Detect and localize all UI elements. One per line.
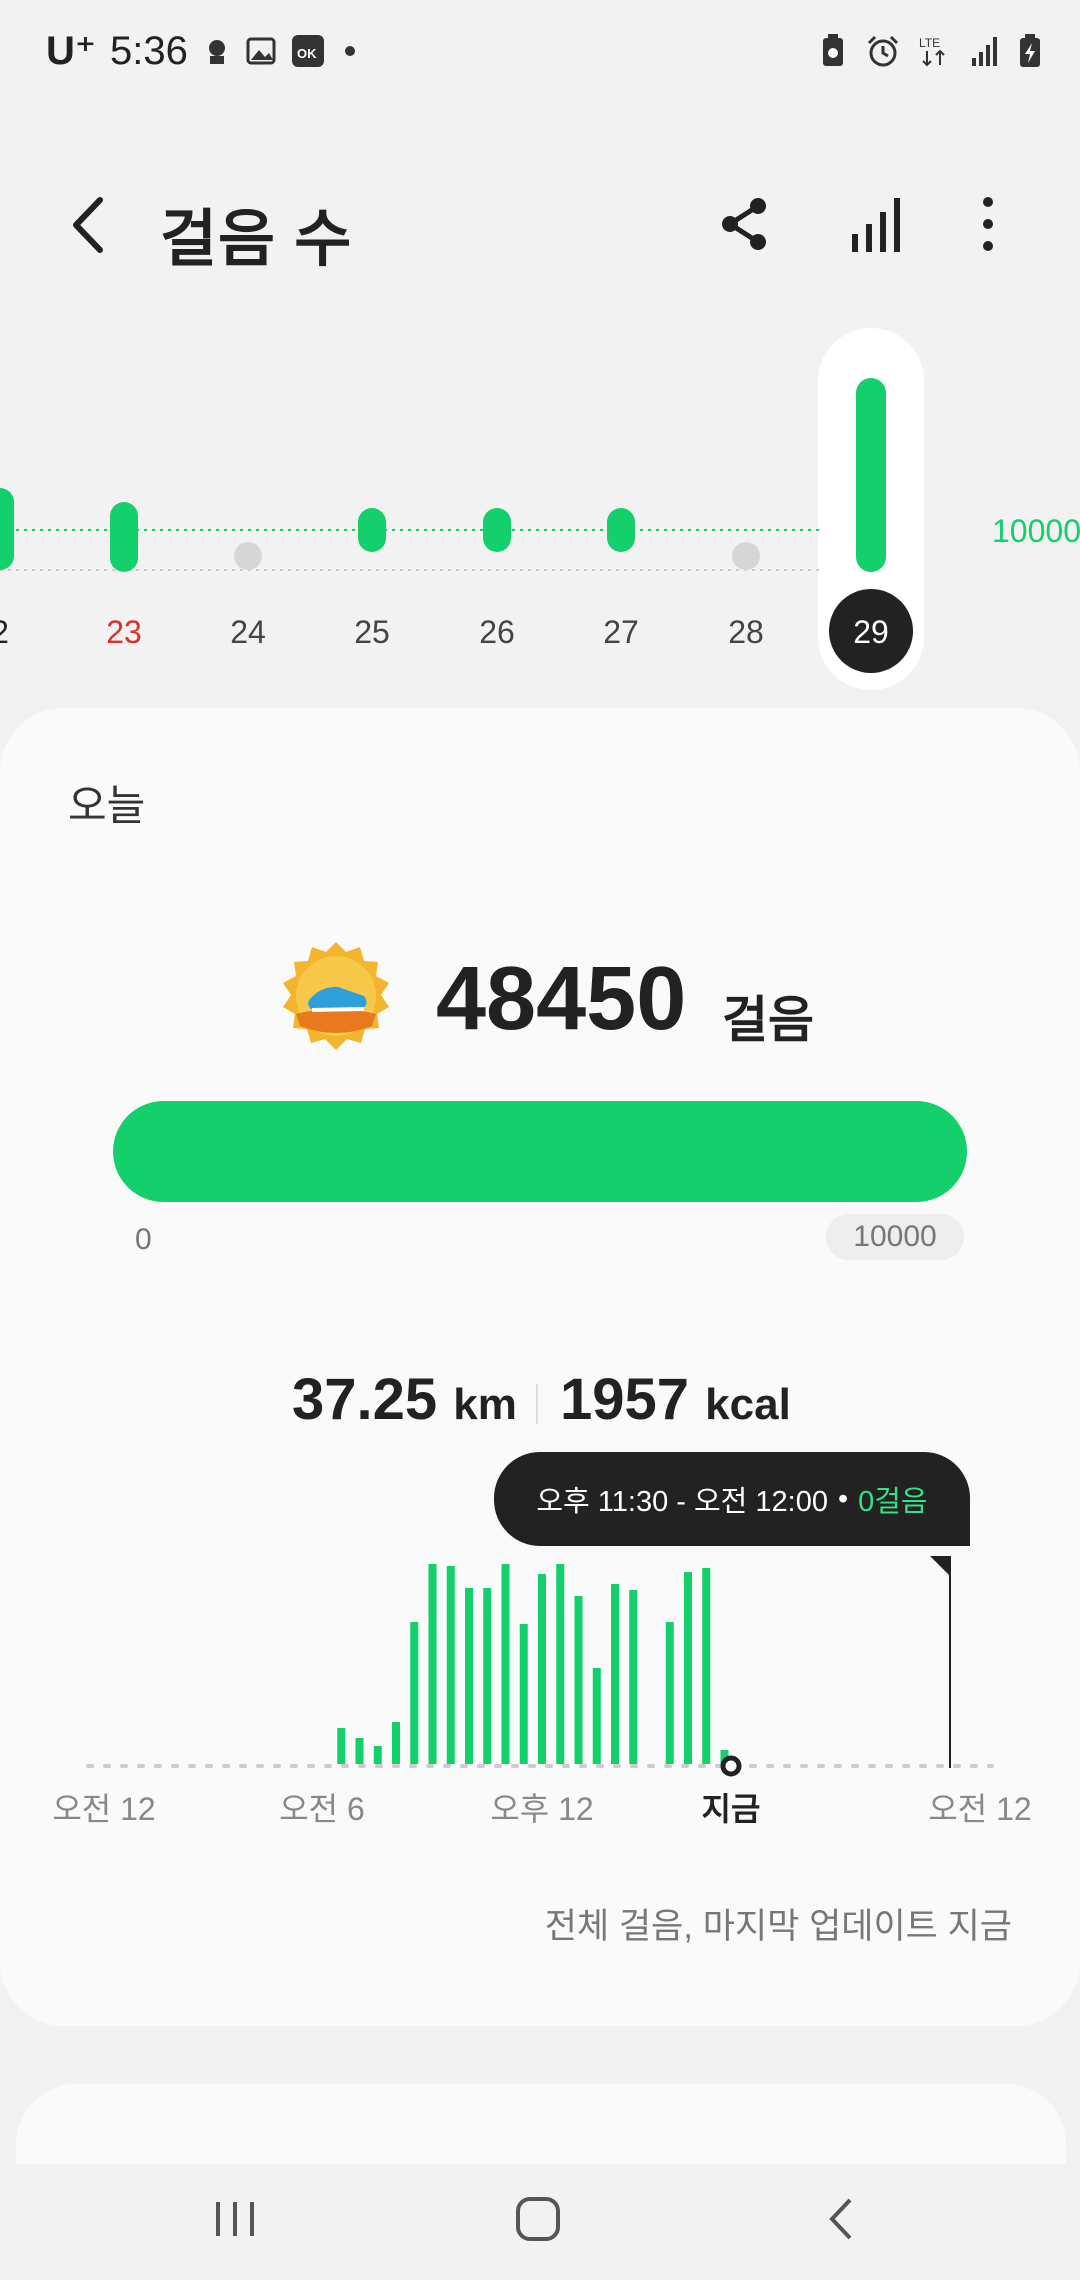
goal-label: 10000 (992, 513, 1080, 549)
distance-unit: km (453, 1380, 517, 1429)
day-bar[interactable] (483, 508, 511, 552)
hourly-bar (410, 1622, 419, 1764)
home-icon[interactable] (512, 2194, 566, 2244)
axis-tick-label: 오전 6 (279, 1791, 365, 1827)
status-bar: U⁺ 5:36 OK LTE (0, 0, 1080, 110)
hourly-bar (501, 1564, 510, 1764)
calories-value: 1957 (560, 1367, 690, 1432)
day-bar[interactable] (732, 542, 760, 570)
calories-unit: kcal (705, 1380, 791, 1429)
hourly-bar (574, 1596, 583, 1764)
hourly-bar (519, 1624, 528, 1764)
today-label: 오늘 (68, 782, 146, 829)
hourly-bar (611, 1584, 619, 1764)
back-icon[interactable] (818, 2194, 868, 2244)
dot-icon (344, 46, 355, 56)
hourly-bar (483, 1588, 492, 1764)
hourly-bar (428, 1564, 437, 1764)
day-label[interactable]: 25 (354, 614, 390, 650)
next-card (16, 2084, 1066, 2164)
alarm-icon (867, 35, 899, 67)
clock: 5:36 (110, 28, 188, 73)
status-left: U⁺ 5:36 OK (46, 28, 360, 74)
hourly-step-chart[interactable]: 오전 12 오전 6 오후 12 지금 오전 12 (0, 1538, 1080, 1838)
hourly-tooltip: 오후 11:30 - 오전 12:00 • 0걸음 (494, 1452, 970, 1546)
day-bar[interactable] (234, 542, 262, 570)
tooltip-separator: • (837, 1482, 849, 1515)
day-label[interactable]: 23 (106, 614, 142, 650)
svg-text:LTE: LTE (919, 36, 940, 50)
day-strip[interactable]: 10000 2 23 24 25 26 27 28 29 (0, 320, 1080, 700)
axis-tick-label: 오후 12 (490, 1791, 593, 1827)
axis-tick-label: 오전 12 (52, 1791, 155, 1827)
hourly-bar (702, 1568, 711, 1764)
back-arrow-icon[interactable] (62, 190, 122, 260)
day-label[interactable]: 29 (853, 614, 889, 650)
status-right: LTE (818, 34, 1042, 68)
recent-apps-icon[interactable] (210, 2194, 260, 2244)
hourly-bar (465, 1588, 473, 1764)
stat-divider (536, 1384, 538, 1424)
battery-saver-icon (823, 34, 843, 66)
progress-max-label: 10000 (826, 1214, 964, 1260)
progress-min-label: 0 (135, 1223, 152, 1256)
day-bar[interactable] (358, 508, 386, 552)
step-unit: 걸음 (722, 992, 814, 1048)
more-vert-icon[interactable] (956, 192, 1020, 256)
carrier-label: U⁺ (46, 29, 96, 73)
notification-icon (208, 40, 225, 64)
tooltip-range: 오후 11:30 - 오전 12:00 (536, 1486, 828, 1518)
day-label[interactable]: 26 (479, 614, 515, 650)
hourly-bar (355, 1738, 364, 1764)
tooltip-pointer (930, 1556, 950, 1576)
shoe-medal-icon (283, 942, 389, 1050)
hourly-bar (665, 1622, 674, 1764)
signal-icon (972, 37, 997, 66)
hourly-bar (556, 1564, 565, 1764)
hourly-bar (337, 1728, 346, 1764)
app-header: 걸음 수 (0, 170, 1080, 280)
day-bar[interactable] (607, 508, 635, 552)
step-count: 48450 (436, 949, 687, 1049)
hourly-bar (373, 1746, 382, 1764)
hourly-bar (684, 1572, 692, 1764)
distance-stat: 37.25 km (292, 1366, 517, 1433)
gallery-icon (246, 37, 276, 65)
hourly-bar (392, 1722, 400, 1764)
lte-icon: LTE (919, 36, 945, 67)
bar-chart-icon[interactable] (844, 192, 908, 256)
svg-text:OK: OK (297, 46, 317, 61)
day-label[interactable]: 24 (230, 614, 266, 650)
day-label[interactable]: 28 (728, 614, 764, 650)
ok-cashbag-icon: OK (291, 35, 324, 67)
day-bar-selected[interactable] (856, 378, 886, 572)
calories-stat: 1957 kcal (560, 1366, 791, 1433)
day-label[interactable]: 27 (603, 614, 639, 650)
hourly-bar (538, 1574, 546, 1764)
now-marker (720, 1755, 742, 1777)
distance-value: 37.25 (292, 1367, 438, 1432)
hourly-bar (629, 1590, 638, 1764)
axis-tick-label: 오전 12 (928, 1791, 1031, 1827)
day-bar[interactable] (110, 502, 138, 572)
axis-tick-label: 지금 (702, 1791, 761, 1827)
tooltip-steps: 0걸음 (858, 1486, 928, 1518)
hourly-bar (592, 1668, 601, 1764)
today-card: 오늘 48450 걸음 0 10000 37.25 km 1957 kcal 오… (0, 708, 1080, 2026)
page-title: 걸음 수 (160, 205, 353, 274)
battery-charging-icon (1020, 34, 1040, 67)
goal-progress-bar (113, 1101, 967, 1202)
day-label[interactable]: 2 (0, 614, 9, 650)
last-update-note: 전체 걸음, 마지막 업데이트 지금 (544, 1907, 1012, 1946)
hourly-bar (446, 1566, 455, 1764)
share-icon[interactable] (714, 192, 778, 256)
day-bar[interactable] (0, 488, 14, 570)
nav-bar (0, 2160, 1080, 2280)
